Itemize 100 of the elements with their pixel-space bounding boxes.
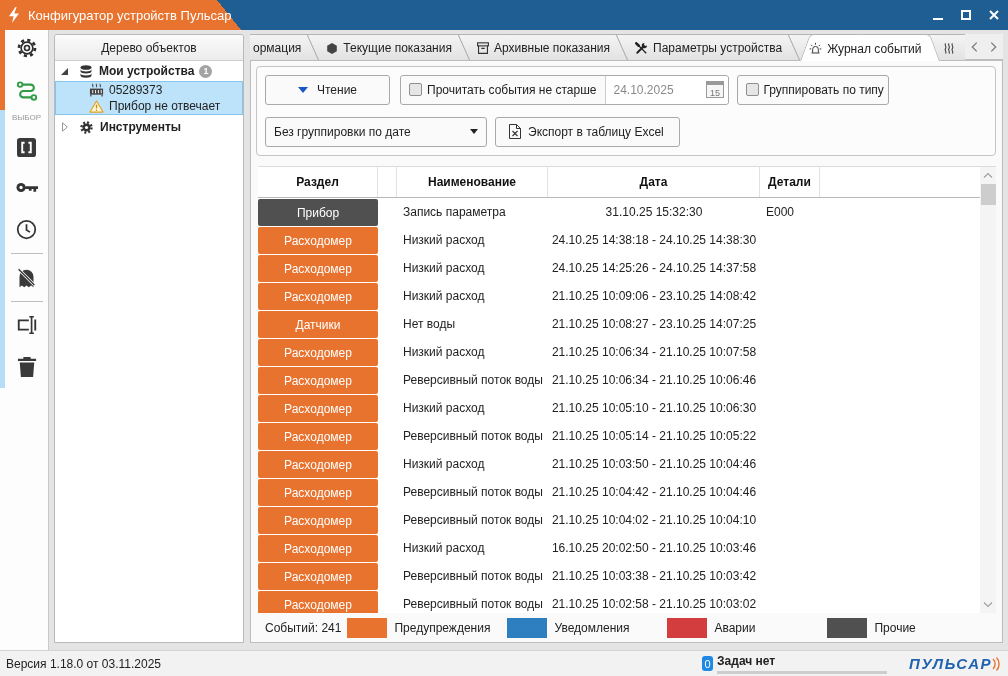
category-tag: Расходомер [258, 255, 378, 282]
warning-icon [89, 99, 104, 113]
device-status: Прибор не отвечает [109, 99, 221, 113]
table-cell: 21.10.25 10:04:02 - 21.10.25 10:04:10 [551, 513, 757, 527]
column-header[interactable]: Раздел [258, 167, 378, 197]
trash-icon[interactable] [16, 356, 37, 378]
table-cell: 24.10.25 14:38:18 - 24.10.25 14:38:30 [551, 233, 757, 247]
table-cell: Реверсивный поток воды [403, 485, 543, 499]
category-tag: Расходомер [258, 479, 378, 506]
table-cell: Реверсивный поток воды [403, 569, 543, 583]
chevron-right-icon[interactable] [990, 40, 997, 53]
checkbox[interactable] [745, 83, 759, 97]
close-icon [989, 10, 999, 20]
table-cell: Низкий расход [403, 401, 485, 415]
legend-label: Предупреждения [394, 621, 491, 635]
route-icon[interactable] [15, 80, 38, 102]
table-cell: 16.10.25 20:02:50 - 21.10.25 10:03:46 [551, 541, 757, 555]
scrollbar-thumb[interactable] [980, 184, 996, 205]
checkbox-label[interactable]: Группировать по типу [763, 82, 884, 97]
column-header[interactable]: Наименование [397, 167, 548, 197]
table-cell: 31.10.25 15:32:30 [605, 205, 703, 219]
spreadsheet-file-icon [509, 124, 521, 140]
table-cell: Низкий расход [403, 289, 485, 303]
minimize-icon [933, 18, 943, 20]
table-cell: 21.10.25 10:03:38 - 21.10.25 10:03:42 [551, 569, 757, 583]
tree-item[interactable]: 05289373 Прибор не отвечает [55, 81, 243, 115]
version-label: Версия 1.18.0 от 03.11.2025 [6, 656, 161, 671]
expand-toggle-icon[interactable] [61, 122, 68, 132]
tab[interactable]: Журнал событий [800, 34, 940, 61]
expand-toggle-icon[interactable] [61, 67, 68, 75]
column-header[interactable]: Дата [548, 167, 760, 197]
table-cell: 21.10.25 10:06:34 - 21.10.25 10:06:46 [551, 373, 757, 387]
legend-label: Прочие [874, 621, 916, 635]
table-cell: Реверсивный поток воды [403, 373, 543, 387]
gear-icon [80, 120, 93, 134]
caret-down-icon [297, 86, 308, 93]
tree-item[interactable]: Мои устройства [80, 62, 197, 80]
category-tag: Расходомер [258, 339, 378, 366]
category-tag: Расходомер [258, 283, 378, 310]
legend-label: Уведомления [554, 621, 630, 635]
table-cell: 21.10.25 10:08:27 - 23.10.25 14:07:25 [551, 317, 757, 331]
count-badge: 1 [199, 64, 213, 78]
radiator-icon [89, 83, 104, 97]
table-cell: 21.10.25 10:04:42 - 21.10.25 10:04:46 [551, 485, 757, 499]
checkbox[interactable] [409, 83, 422, 97]
database-icon [80, 64, 92, 78]
key-icon[interactable] [15, 181, 38, 193]
category-tag: Расходомер [258, 367, 378, 394]
category-tag: Датчики [258, 311, 378, 338]
signal-waves-icon [992, 656, 1000, 671]
settings-icon[interactable] [15, 37, 38, 59]
table-cell: 21.10.25 10:09:06 - 23.10.25 14:08:42 [551, 289, 757, 303]
category-tag: Прибор [258, 199, 378, 226]
text-field-icon[interactable] [15, 314, 38, 336]
logo-text: ПУЛЬСАР [909, 655, 992, 672]
window-title: Конфигуратор устройств Пульсар [28, 7, 232, 23]
caret-down-icon [470, 129, 478, 135]
tab[interactable]: Текущие показания [319, 34, 470, 60]
category-tag: Расходомер [258, 451, 378, 478]
table-cell: Низкий расход [403, 345, 485, 359]
tab[interactable]: Параметры устройства [628, 34, 801, 60]
task-status: Задач нет [717, 655, 777, 668]
tab[interactable]: ормация [250, 34, 320, 60]
table-cell: Низкий расход [403, 541, 485, 555]
table-cell: Запись параметра [403, 205, 506, 219]
category-tag: Расходомер [258, 563, 378, 590]
table-cell: 21.10.25 10:02:58 - 21.10.25 10:03:02 [551, 597, 757, 611]
tree-item[interactable]: Инструменты [80, 118, 184, 136]
table-cell: Реверсивный поток воды [403, 429, 543, 443]
maximize-icon [961, 10, 971, 20]
device-id: 05289373 [109, 83, 163, 97]
clock-icon[interactable] [16, 218, 37, 240]
table-cell: 24.10.25 14:25:26 - 24.10.25 14:37:58 [551, 261, 757, 275]
wrench-screwdriver-icon [635, 41, 648, 55]
table-cell: 21.10.25 10:05:10 - 21.10.25 10:06:30 [551, 401, 757, 415]
category-tag: Расходомер [258, 423, 378, 450]
alarm-light-icon [809, 42, 823, 55]
checkbox-label[interactable]: Прочитать события не старше [427, 82, 597, 97]
tab[interactable]: Архивные показания [469, 34, 628, 60]
category-tag: Расходомер [258, 227, 378, 254]
table-cell: 21.10.25 10:06:34 - 21.10.25 10:07:58 [551, 345, 757, 359]
legend-label: Аварии [714, 621, 756, 635]
column-header[interactable]: Детали [760, 167, 820, 197]
category-tag: Расходомер [258, 507, 378, 534]
export-button[interactable]: Экспорт в таблицу Excel [495, 116, 680, 147]
event-count: Событий: 241 [265, 621, 342, 635]
table-cell: Нет воды [403, 317, 456, 331]
ghost-off-icon[interactable] [16, 266, 37, 288]
brackets-icon[interactable] [17, 137, 36, 157]
read-button[interactable]: Чтение [265, 75, 390, 105]
dropdown[interactable]: Без группировки по дате [265, 116, 487, 147]
chevron-left-icon[interactable] [971, 40, 978, 53]
table-cell: Низкий расход [403, 261, 485, 275]
category-tag: Расходомер [258, 591, 378, 613]
section-label: ВЫБОР [11, 113, 42, 123]
table-cell: 21.10.25 10:03:50 - 21.10.25 10:04:46 [551, 457, 757, 471]
table-cell: E000 [766, 205, 795, 219]
scrollbar[interactable] [980, 167, 996, 613]
count-badge: 0 [702, 656, 714, 671]
table-cell: 21.10.25 10:05:14 - 21.10.25 10:05:22 [551, 429, 757, 443]
